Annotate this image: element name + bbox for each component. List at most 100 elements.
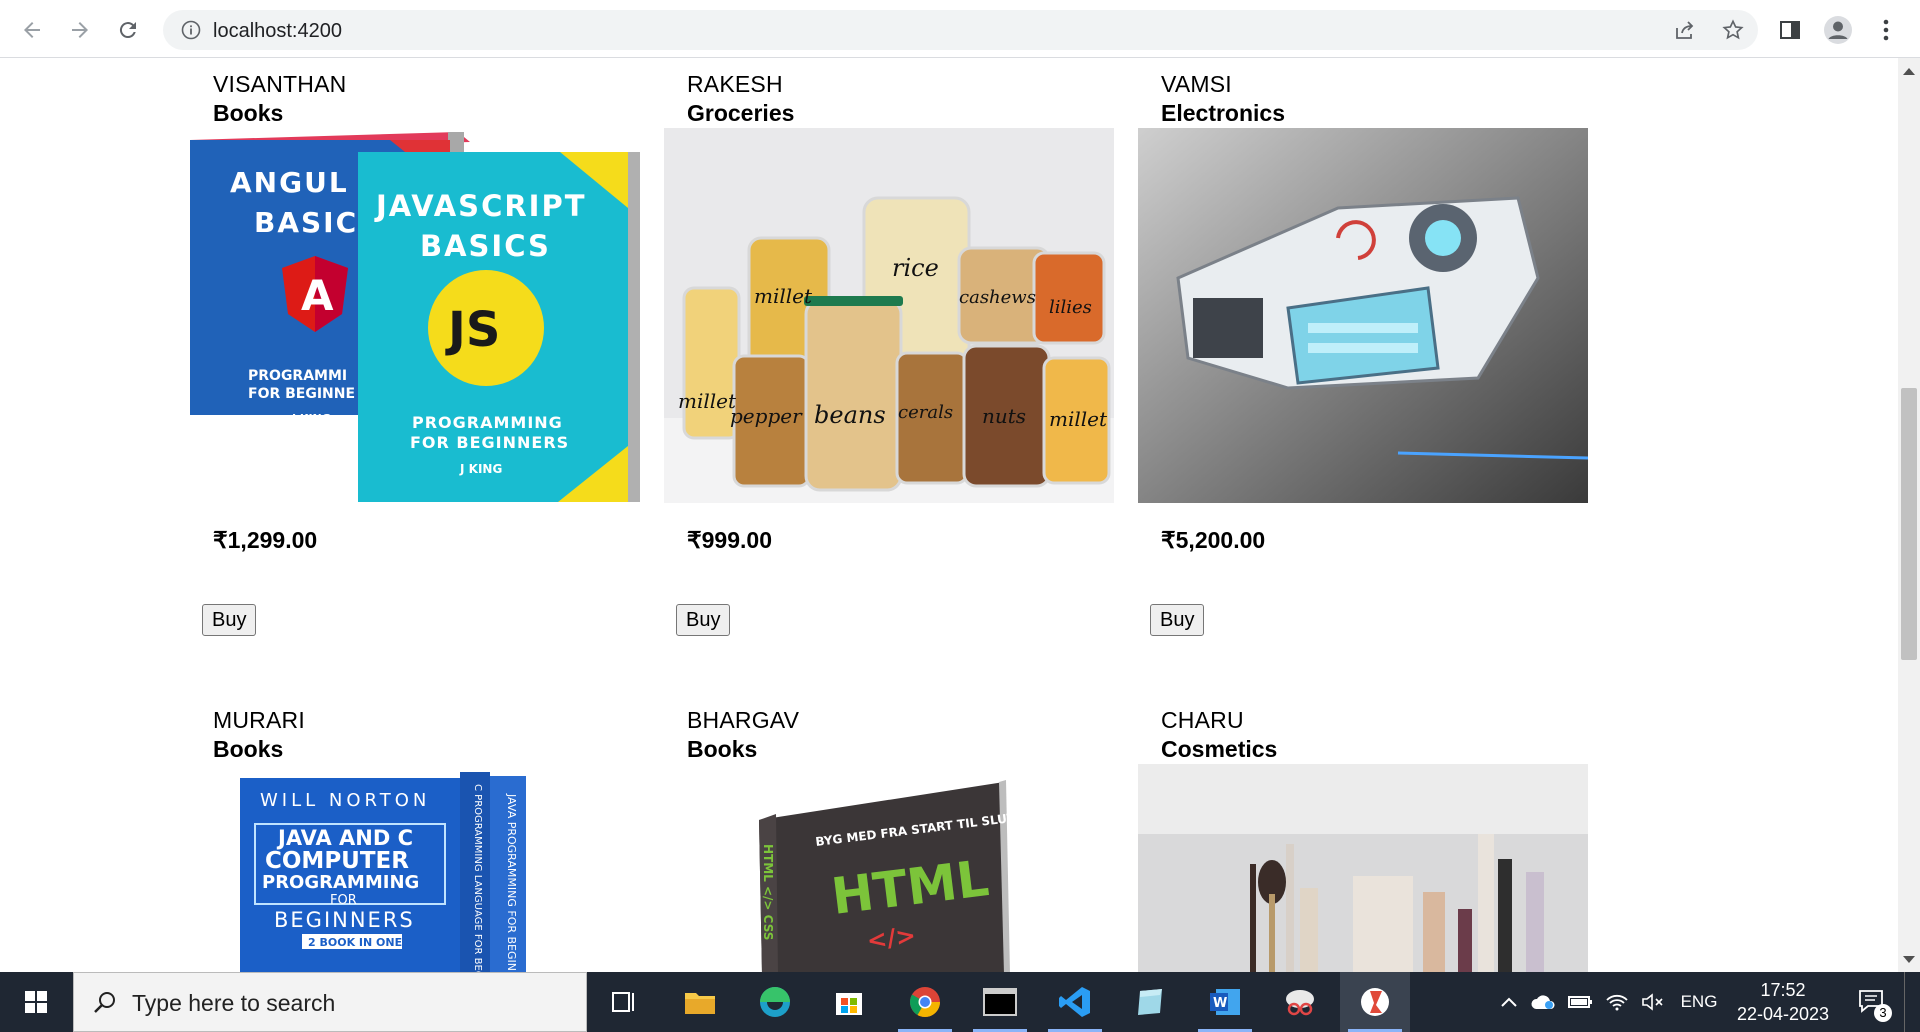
edge-icon: [760, 987, 790, 1017]
word-app[interactable]: W: [1190, 972, 1260, 1032]
store-app[interactable]: [814, 972, 884, 1032]
seller-name: RAKESH: [687, 71, 783, 97]
seller-name: MURARI: [213, 707, 305, 733]
book3-spine2: C PROGRAMMING LANGUAGE FOR BEGINNERS: [472, 784, 483, 972]
wifi-icon[interactable]: [1602, 972, 1632, 1032]
product-category: Books: [213, 736, 284, 762]
notification-center-button[interactable]: 3: [1850, 972, 1896, 1032]
book2-js-logo: JS: [445, 302, 500, 358]
jar-label: lilies: [1049, 297, 1092, 318]
windows-logo-icon: [25, 991, 47, 1013]
product-card: MURARI Books: [213, 707, 663, 763]
reload-button[interactable]: [110, 12, 146, 48]
chrome-app[interactable]: [890, 972, 960, 1032]
book2-title1: JAVASCRIPT: [374, 189, 587, 223]
jar-label: rice: [892, 254, 939, 282]
jar-label: beans: [814, 401, 886, 429]
book2-sub2: FOR BEGINNERS: [410, 433, 569, 452]
kebab-menu-icon[interactable]: [1868, 12, 1904, 48]
terminal-app[interactable]: [965, 972, 1035, 1032]
product-image-books: ANGUL BASIC A PROGRAMMI FOR BEGINNE J KI…: [190, 128, 640, 503]
svg-text:W: W: [1213, 996, 1227, 1011]
product-image-electronics: [1138, 128, 1588, 503]
info-icon[interactable]: [179, 18, 203, 42]
task-view-button[interactable]: [589, 972, 659, 1032]
arrow-right-icon: [72, 22, 88, 38]
seller-name: VISANTHAN: [213, 71, 347, 97]
snipping-tool-app[interactable]: [1265, 972, 1335, 1032]
tray-overflow-icon[interactable]: [1496, 972, 1522, 1032]
seller-name: CHARU: [1161, 707, 1244, 733]
product-category: Books: [213, 100, 284, 126]
buy-button[interactable]: Buy: [676, 604, 731, 636]
scroll-thumb[interactable]: [1901, 388, 1917, 660]
notepad-app[interactable]: [1115, 972, 1185, 1032]
book3-author: WILL NORTON: [260, 790, 430, 811]
file-explorer-app[interactable]: [665, 972, 735, 1032]
product-category: Groceries: [687, 100, 795, 126]
clock-time: 17:52: [1760, 980, 1806, 1000]
chrome-icon: [909, 987, 940, 1018]
seller-name: VAMSI: [1161, 71, 1232, 97]
url-text[interactable]: localhost:4200: [213, 20, 342, 43]
battery-icon[interactable]: [1566, 972, 1596, 1032]
book3-title2: COMPUTER: [265, 848, 409, 874]
back-button[interactable]: [14, 12, 50, 48]
taskbar-search-box[interactable]: Type here to search: [73, 972, 587, 1032]
product-card: VISANTHAN Books: [213, 71, 663, 127]
word-icon: W: [1210, 989, 1240, 1015]
book3-title4: FOR: [330, 893, 357, 908]
jar-label: millet: [678, 389, 737, 413]
book4-spine: HTML </> CSS: [761, 844, 775, 940]
browser-toolbar: localhost:4200: [0, 0, 1920, 58]
buy-button[interactable]: Buy: [1150, 604, 1205, 636]
page-scrollbar[interactable]: [1898, 58, 1920, 972]
product-card: CHARU Cosmetics: [1161, 707, 1611, 763]
buy-button[interactable]: Buy: [202, 604, 257, 636]
active-app[interactable]: [1340, 972, 1410, 1032]
side-panel-icon[interactable]: [1772, 12, 1808, 48]
folder-icon: [685, 993, 715, 1014]
jar-label: pepper: [730, 404, 803, 428]
product-card: BHARGAV Books: [687, 707, 1137, 763]
book2-title2: BASICS: [420, 229, 551, 263]
product-price: ₹1,299.00: [213, 527, 318, 553]
forward-button[interactable]: [62, 12, 98, 48]
product-price: ₹5,200.00: [1161, 527, 1266, 553]
store-icon: [836, 993, 862, 1015]
book1-sub1: PROGRAMMI: [248, 368, 347, 384]
snipping-tool-icon: [1286, 990, 1314, 1016]
book2-sub1: PROGRAMMING: [412, 413, 563, 432]
page-viewport: VISANTHAN Books ANGUL BASIC A PROGRAMMI …: [0, 58, 1898, 972]
reload-icon: [119, 22, 136, 39]
jar-label: nuts: [982, 404, 1026, 428]
star-icon[interactable]: [1721, 18, 1745, 42]
product-image-books: BYG MED FRA START TIL SLUT HTML </> HTML…: [664, 764, 1114, 972]
vscode-app[interactable]: [1040, 972, 1110, 1032]
scroll-down-arrow-icon[interactable]: [1903, 956, 1915, 963]
start-button[interactable]: [0, 972, 72, 1032]
language-indicator[interactable]: ENG: [1676, 972, 1722, 1032]
book2-author: J KING: [459, 462, 502, 476]
edge-app[interactable]: [740, 972, 810, 1032]
share-icon[interactable]: [1673, 18, 1697, 42]
address-bar[interactable]: localhost:4200: [163, 10, 1758, 50]
windows-taskbar: Type here to search W ENG 17:52 22-04-20…: [0, 972, 1920, 1032]
jar-label: cerals: [898, 402, 953, 423]
product-image-cosmetics: [1138, 764, 1588, 972]
onedrive-icon[interactable]: [1528, 972, 1560, 1032]
book1-sub2: FOR BEGINNE: [248, 386, 355, 402]
profile-icon[interactable]: [1820, 12, 1856, 48]
search-icon: [94, 992, 115, 1013]
arrow-left-icon: [24, 22, 40, 38]
product-price: ₹999.00: [687, 527, 772, 553]
show-desktop-button[interactable]: [1904, 972, 1911, 1032]
notification-badge: 3: [1874, 1004, 1892, 1022]
scroll-up-arrow-icon[interactable]: [1903, 68, 1915, 75]
volume-muted-icon[interactable]: [1638, 972, 1668, 1032]
taskbar-clock[interactable]: 17:52 22-04-2023: [1728, 978, 1838, 1026]
book1-author: J KING: [291, 412, 331, 425]
notepad-icon: [1138, 989, 1162, 1015]
product-card: RAKESH Groceries: [687, 71, 1137, 127]
book4-code: </>: [865, 921, 917, 955]
